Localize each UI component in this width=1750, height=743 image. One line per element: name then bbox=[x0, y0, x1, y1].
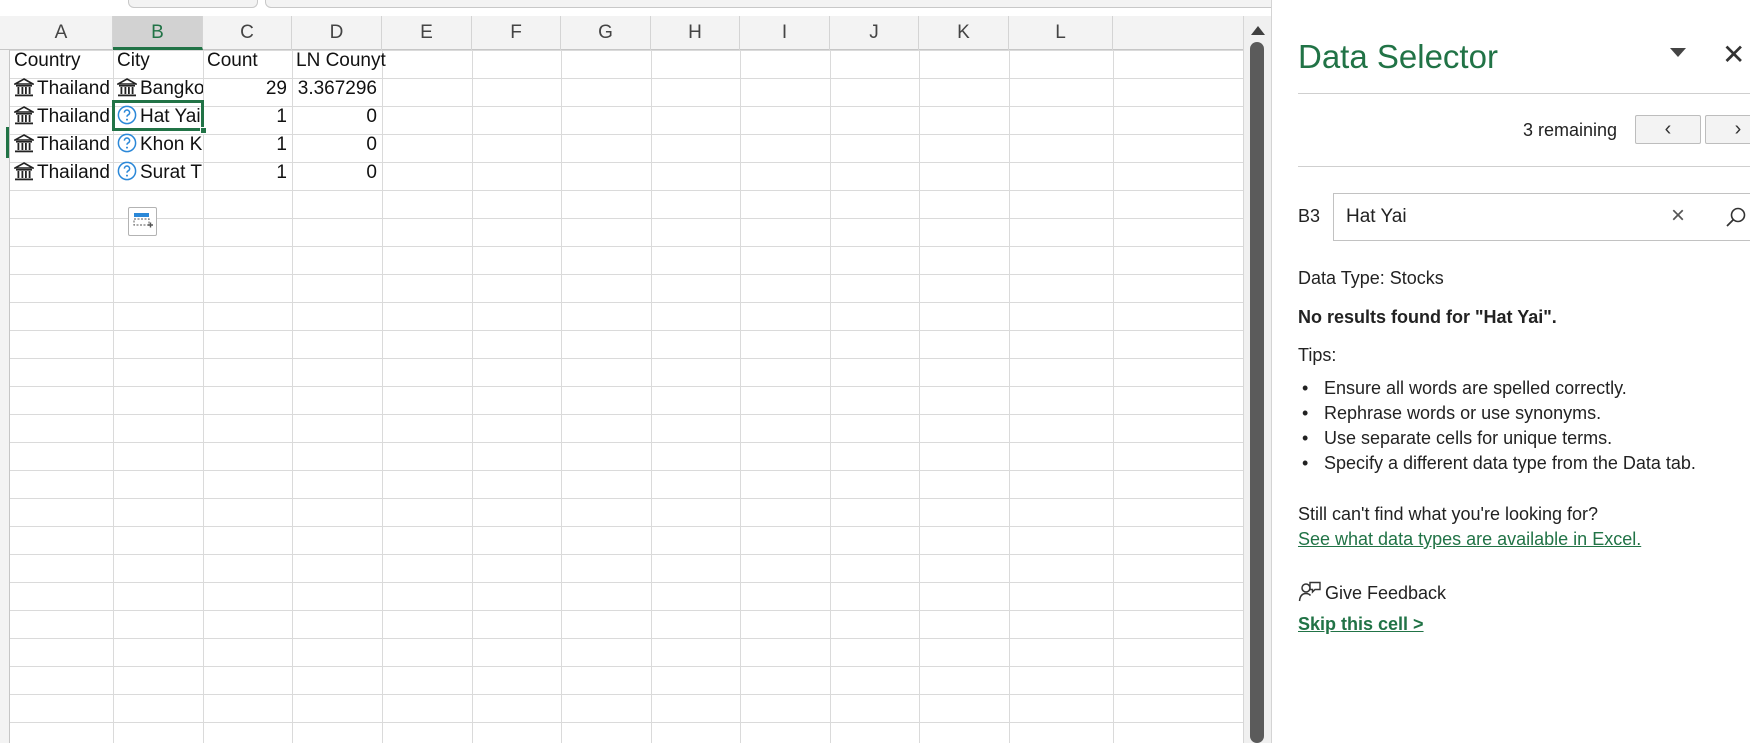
cell-c2[interactable]: 29 bbox=[203, 73, 292, 104]
cell-reference-label: B3 bbox=[1298, 206, 1321, 226]
remaining-count: 3 remaining bbox=[1523, 120, 1618, 140]
insert-data-button[interactable] bbox=[128, 207, 157, 236]
cell-a2[interactable]: Thailand bbox=[10, 73, 113, 104]
building-icon[interactable] bbox=[11, 76, 37, 104]
cell-text: Thailand bbox=[37, 78, 110, 99]
skip-cell-link[interactable]: Skip this cell > bbox=[1298, 614, 1424, 635]
cell-d3[interactable]: 0 bbox=[292, 101, 382, 132]
cell-b4[interactable]: Khon Ka bbox=[113, 129, 203, 160]
cell-d4[interactable]: 0 bbox=[292, 129, 382, 160]
give-feedback-label: Give Feedback bbox=[1325, 583, 1447, 603]
scrollbar-thumb[interactable] bbox=[1250, 42, 1264, 743]
tip-item: Specify a different data type from the D… bbox=[1298, 451, 1696, 476]
scroll-up-arrow-icon[interactable] bbox=[1251, 26, 1265, 35]
search-input[interactable] bbox=[1346, 204, 1676, 230]
row-header-strip[interactable] bbox=[0, 50, 10, 743]
cell-c4[interactable]: 1 bbox=[203, 129, 292, 160]
column-header-f[interactable]: F bbox=[472, 16, 561, 50]
column-header-l[interactable]: L bbox=[1009, 16, 1113, 50]
tab[interactable] bbox=[128, 0, 258, 8]
column-header-g[interactable]: G bbox=[561, 16, 651, 50]
divider bbox=[1298, 93, 1750, 94]
divider bbox=[1298, 166, 1750, 167]
building-icon[interactable] bbox=[11, 160, 37, 188]
cell-a1[interactable]: Country bbox=[10, 45, 113, 76]
tip-item: Ensure all words are spelled correctly. bbox=[1298, 376, 1696, 401]
building-icon[interactable] bbox=[11, 132, 37, 160]
tips-heading: Tips: bbox=[1298, 345, 1337, 365]
cell-b5[interactable]: Surat Th bbox=[113, 157, 203, 188]
fill-handle[interactable] bbox=[200, 127, 207, 134]
question-icon[interactable] bbox=[117, 104, 137, 132]
cell-text: Hat Yai bbox=[140, 106, 201, 127]
cell-d5[interactable]: 0 bbox=[292, 157, 382, 188]
cell-c5[interactable]: 1 bbox=[203, 157, 292, 188]
close-icon[interactable]: ✕ bbox=[1722, 38, 1745, 72]
cell-b2[interactable]: Bangko bbox=[113, 73, 203, 104]
spreadsheet-grid: A B C D E F G H I J K L Country City Cou… bbox=[0, 16, 1243, 743]
cell-c3[interactable]: 1 bbox=[203, 101, 292, 132]
no-results-message: No results found for "Hat Yai". bbox=[1298, 307, 1557, 327]
cell-a5[interactable]: Thailand bbox=[10, 157, 113, 188]
cell-text: Thailand bbox=[37, 162, 110, 183]
tip-item: Use separate cells for unique terms. bbox=[1298, 426, 1696, 451]
cell-text: Thailand bbox=[37, 106, 110, 127]
column-header-j[interactable]: J bbox=[830, 16, 919, 50]
cell-text: Surat Th bbox=[140, 162, 203, 183]
column-header-e[interactable]: E bbox=[382, 16, 472, 50]
building-icon[interactable] bbox=[11, 104, 37, 132]
question-icon[interactable] bbox=[117, 132, 137, 160]
cell-a4[interactable]: Thailand bbox=[10, 129, 113, 160]
data-selector-pane: Data Selector ✕ 3 remaining ‹ › B3 × Dat… bbox=[1271, 0, 1750, 743]
tip-item: Rephrase words or use synonyms. bbox=[1298, 401, 1696, 426]
previous-button[interactable]: ‹ bbox=[1635, 115, 1701, 144]
cell-text: Khon Ka bbox=[140, 134, 203, 155]
row-selection-marker bbox=[6, 127, 9, 158]
question-icon[interactable] bbox=[117, 160, 137, 188]
cell-d2[interactable]: 3.367296 bbox=[292, 73, 382, 104]
cell-c1[interactable]: Count bbox=[203, 45, 292, 76]
cell-text: Bangko bbox=[140, 78, 203, 99]
search-icon[interactable] bbox=[1724, 206, 1748, 235]
insert-data-icon bbox=[133, 213, 153, 228]
column-header-h[interactable]: H bbox=[651, 16, 740, 50]
tips-list: Ensure all words are spelled correctly. … bbox=[1298, 376, 1696, 476]
data-type-label: Data Type: Stocks bbox=[1298, 268, 1444, 288]
clear-icon[interactable]: × bbox=[1671, 202, 1685, 230]
feedback-icon bbox=[1298, 581, 1321, 602]
next-button[interactable]: › bbox=[1705, 115, 1750, 144]
column-header-i[interactable]: I bbox=[740, 16, 830, 50]
pane-options-chevron-icon[interactable] bbox=[1670, 48, 1686, 57]
still-cant-find-text: Still can't find what you're looking for… bbox=[1298, 504, 1599, 524]
building-icon[interactable] bbox=[114, 76, 140, 104]
cell-d1[interactable]: LN Counyt bbox=[292, 45, 387, 76]
data-types-link[interactable]: See what data types are available in Exc… bbox=[1298, 529, 1641, 550]
cell-a3[interactable]: Thailand bbox=[10, 101, 113, 132]
column-header-k[interactable]: K bbox=[919, 16, 1009, 50]
vertical-scrollbar[interactable] bbox=[1243, 16, 1271, 743]
cell-b1[interactable]: City bbox=[113, 45, 203, 76]
cell-text: Thailand bbox=[37, 134, 110, 155]
pane-title: Data Selector bbox=[1298, 38, 1498, 75]
cell-b3[interactable]: Hat Yai bbox=[113, 101, 203, 132]
search-box[interactable]: × bbox=[1333, 193, 1750, 241]
give-feedback-button[interactable]: Give Feedback bbox=[1298, 580, 1446, 604]
